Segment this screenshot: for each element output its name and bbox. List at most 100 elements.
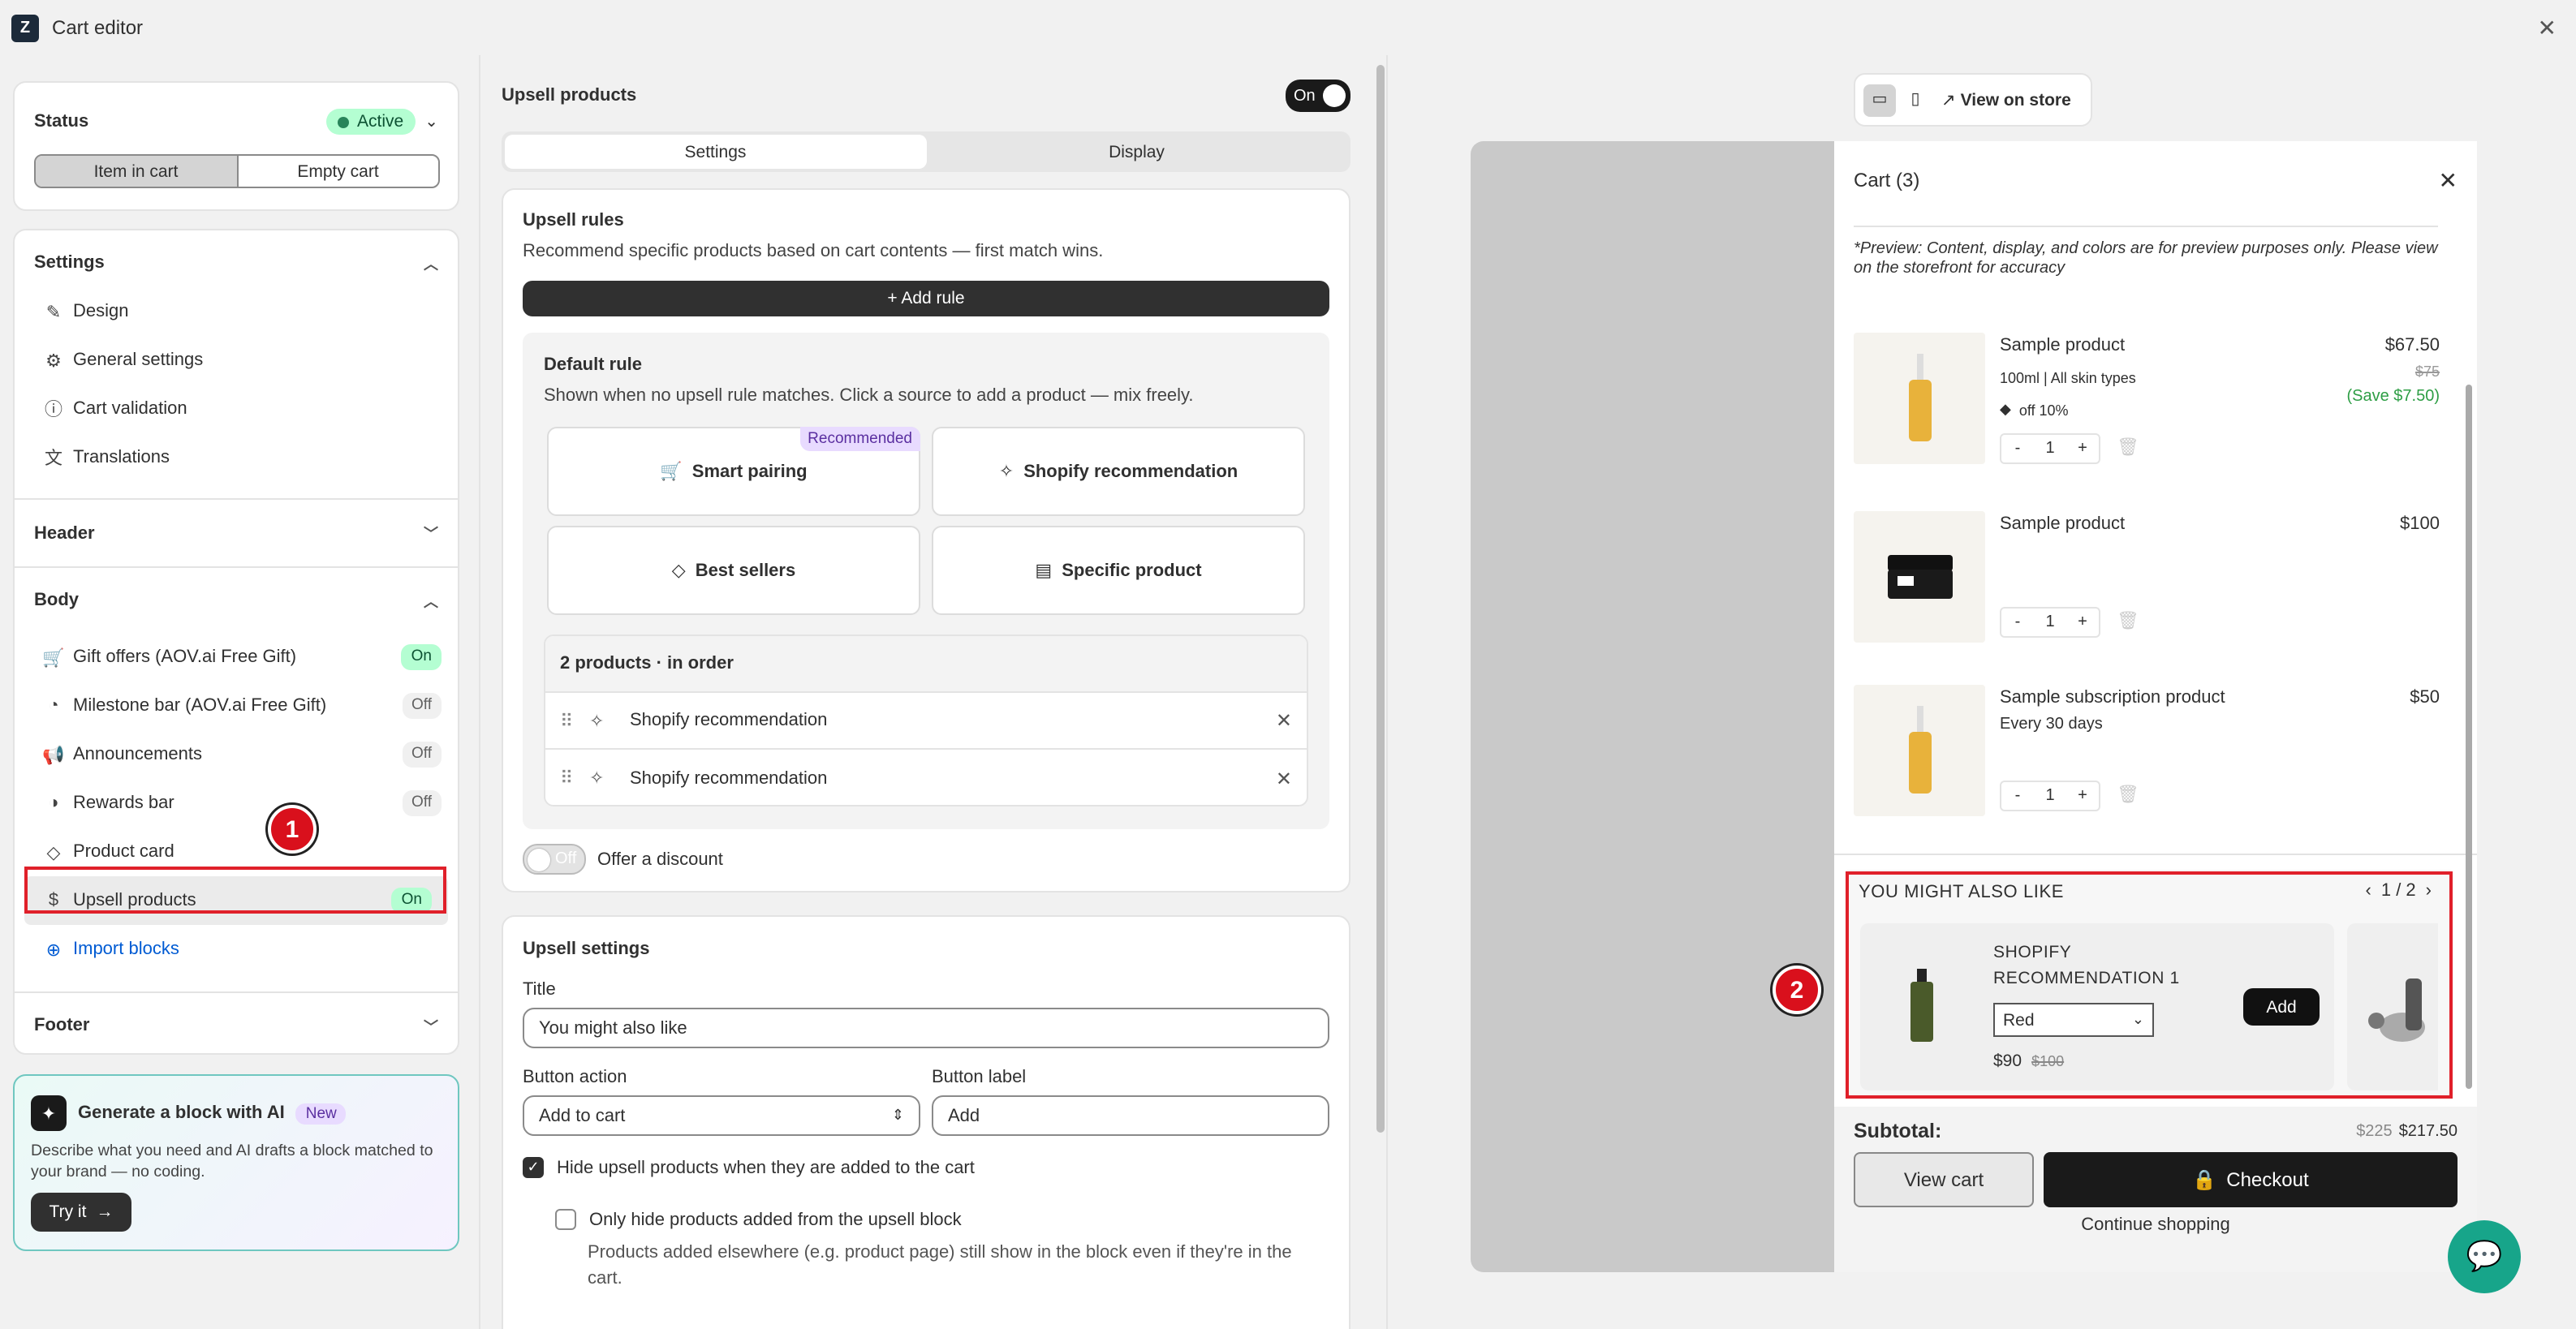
item-meta: Every 30 days [2000, 716, 2103, 733]
decrease-button[interactable]: - [2001, 787, 2034, 805]
smart-pairing-button[interactable]: 🛒 Smart pairing Recommended [547, 427, 920, 516]
default-rule-description: Shown when no upsell rule matches. Click… [544, 386, 1194, 406]
annotation-box-upsell-nav [24, 867, 446, 914]
remove-icon[interactable]: ✕ [1276, 709, 1292, 732]
close-icon[interactable]: ✕ [2439, 167, 2458, 195]
header-section-header[interactable]: Header ﹀ [15, 500, 458, 566]
editor-tabs: Settings Display [502, 131, 1350, 172]
drag-handle-icon[interactable]: ⠿ [560, 710, 589, 731]
rules-title: Upsell rules [523, 211, 624, 230]
nav-general-settings[interactable]: ⚙ General settings [15, 336, 458, 385]
drag-handle-icon[interactable]: ⠿ [560, 768, 589, 789]
try-it-button[interactable]: Try it → [31, 1193, 131, 1232]
increase-button[interactable]: + [2066, 440, 2099, 458]
decrease-button[interactable]: - [2001, 613, 2034, 631]
close-icon[interactable]: ✕ [2538, 15, 2557, 42]
chat-bubble-icon[interactable]: 💬 [2448, 1220, 2521, 1293]
rules-description: Recommend specific products based on car… [523, 242, 1104, 261]
item-price: $67.50 [2384, 336, 2440, 355]
view-cart-button[interactable]: View cart [1854, 1152, 2034, 1207]
external-link-icon: ↗ [1941, 90, 1956, 110]
default-rule-box: Default rule Shown when no upsell rule m… [523, 333, 1329, 829]
trash-icon[interactable]: 🗑 [2117, 437, 2139, 458]
cart-scrollbar[interactable] [2466, 385, 2472, 1089]
editor-scrollbar[interactable] [1376, 65, 1385, 1133]
button-action-select[interactable]: Add to cart ⇕ [523, 1095, 920, 1136]
footer-section-header[interactable]: Footer ﹀ [15, 993, 458, 1053]
nav-announcements[interactable]: 📢 Announcements Off [15, 730, 458, 779]
import-blocks-link[interactable]: ⊕ Import blocks [15, 925, 458, 974]
nav-design[interactable]: ✎ Design [15, 287, 458, 336]
subtotal-compare: $225 [2356, 1123, 2393, 1141]
sparkle-icon: ✧ [589, 769, 605, 789]
tab-display[interactable]: Display [926, 135, 1347, 169]
nav-translations[interactable]: 文 Translations [15, 433, 458, 482]
nav-rewards-bar[interactable]: ◑ Rewards bar Off [15, 779, 458, 828]
item-name: Sample product [2000, 514, 2126, 534]
sparkle-icon: ✧ [998, 462, 1014, 482]
hide-upsell-checkbox[interactable]: ✓ [523, 1157, 544, 1178]
shopify-recommendation-button[interactable]: ✧ Shopify recommendation [932, 427, 1305, 516]
button-label-input[interactable]: Add [932, 1095, 1329, 1136]
cart-drawer: Cart (3) ✕ *Preview: Content, display, a… [1834, 141, 2477, 1272]
only-hide-label: Only hide products added from the upsell… [589, 1210, 962, 1229]
tab-item-in-cart[interactable]: Item in cart [36, 156, 238, 187]
product-image [1854, 685, 1985, 816]
desktop-icon[interactable]: ▭ [1863, 84, 1896, 116]
continue-shopping-link[interactable]: Continue shopping [1834, 1215, 2477, 1235]
list-item[interactable]: ⠿ ✧ Shopify recommendation ✕ [545, 693, 1307, 750]
quantity-stepper[interactable]: -1 + [2000, 433, 2100, 464]
best-sellers-button[interactable]: ◇ Best sellers [547, 526, 920, 615]
rewards-icon: ◑ [48, 794, 59, 813]
annotation-marker: 1 [268, 805, 317, 854]
quantity-stepper[interactable]: -1 + [2000, 607, 2100, 638]
chevron-down-icon: ﹀ [423, 526, 438, 542]
item-meta: 100ml | All skin types [2000, 370, 2136, 386]
cart-footer: Subtotal: $225 $217.50 View cart 🔒 Checko… [1834, 1107, 2477, 1272]
tag-icon: ◆ [2000, 401, 2011, 417]
nav-gift-offers[interactable]: 🛒 Gift offers (AOV.ai Free Gift) On [15, 633, 458, 682]
trash-icon[interactable]: 🗑 [2117, 610, 2139, 631]
chevron-down-icon: ⌄ [424, 113, 438, 131]
only-hide-checkbox[interactable] [555, 1209, 576, 1230]
status-dropdown[interactable]: Active ⌄ [326, 109, 438, 135]
nav-milestone-bar[interactable]: ◔ Milestone bar (AOV.ai Free Gift) Off [15, 682, 458, 730]
view-on-store-link[interactable]: ↗ View on store [1941, 90, 2071, 110]
decrease-button[interactable]: - [2001, 440, 2034, 458]
milestone-icon: ◔ [48, 696, 59, 716]
megaphone-icon: 📢 [42, 746, 65, 765]
translate-icon: 文 [45, 449, 62, 469]
settings-section-header[interactable]: Settings ︿ [15, 239, 458, 287]
discount-tag: off 10% [2018, 402, 2069, 418]
status-label: Status [34, 112, 89, 131]
trash-icon[interactable]: 🗑 [2117, 784, 2139, 805]
add-rule-button[interactable]: + Add rule [523, 281, 1329, 316]
specific-product-button[interactable]: ▤ Specific product [932, 526, 1305, 615]
title-input[interactable]: You might also like [523, 1008, 1329, 1048]
tab-settings[interactable]: Settings [505, 135, 926, 169]
list-item[interactable]: ⠿ ✧ Shopify recommendation ✕ [545, 750, 1307, 805]
discount-toggle[interactable]: Off [523, 844, 586, 875]
mobile-icon[interactable]: ▯ [1899, 84, 1932, 116]
tag-icon: ◇ [46, 843, 61, 862]
upsell-toggle[interactable]: On [1286, 80, 1350, 112]
status-card: Status Active ⌄ Item in cart Empty cart [13, 81, 459, 211]
body-section-header[interactable]: Body ︿ [15, 568, 458, 633]
remove-icon[interactable]: ✕ [1276, 767, 1292, 789]
increase-button[interactable]: + [2066, 613, 2099, 631]
gear-icon: ⚙ [45, 351, 62, 371]
status-badge: On [401, 644, 442, 670]
status-badge: Off [402, 790, 442, 816]
new-badge: New [295, 1103, 347, 1124]
settings-card-title: Upsell settings [523, 940, 650, 959]
quantity-stepper[interactable]: -1 + [2000, 781, 2100, 811]
tab-empty-cart[interactable]: Empty cart [238, 156, 438, 187]
increase-button[interactable]: + [2066, 787, 2099, 805]
nav-cart-validation[interactable]: ⓘ Cart validation [15, 385, 458, 433]
status-badge: Off [402, 742, 442, 768]
select-arrows-icon: ⇕ [891, 1107, 904, 1123]
discount-label: Offer a discount [597, 849, 723, 869]
checkout-button[interactable]: 🔒 Checkout [2044, 1152, 2458, 1207]
item-name: Sample subscription product [2000, 688, 2225, 708]
alert-circle-icon: ⓘ [45, 401, 62, 420]
